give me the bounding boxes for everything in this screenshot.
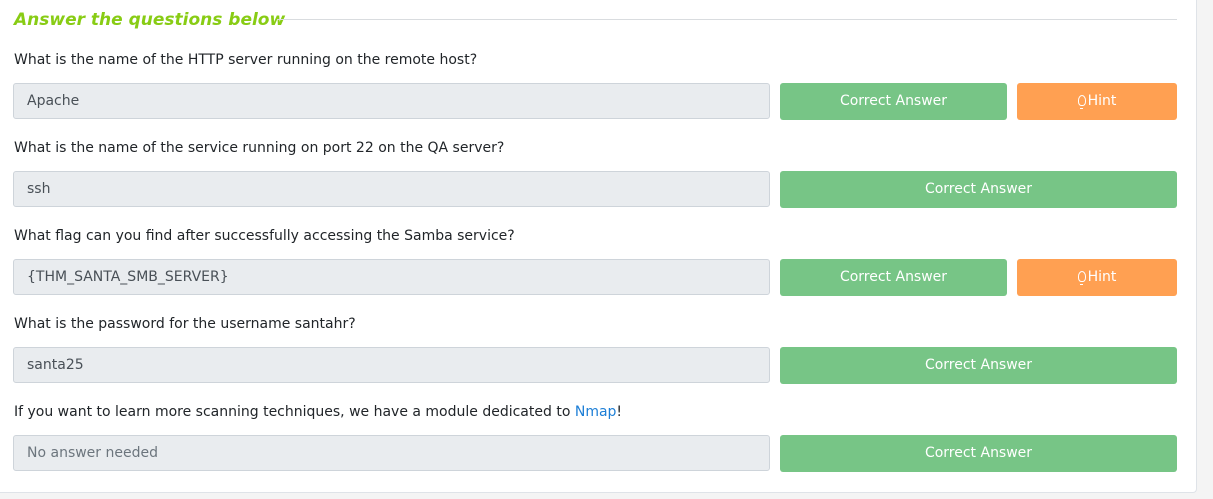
hint-label: Hint bbox=[1087, 269, 1117, 285]
question-3-text: What flag can you find after successfull… bbox=[14, 228, 515, 244]
hint-button-1[interactable]: Hint bbox=[1017, 83, 1177, 120]
correct-answer-button-2[interactable]: Correct Answer bbox=[780, 171, 1177, 208]
nmap-link[interactable]: Nmap bbox=[575, 404, 617, 420]
hint-button-3[interactable]: Hint bbox=[1017, 259, 1177, 296]
correct-answer-button-5[interactable]: Correct Answer bbox=[780, 435, 1177, 472]
correct-answer-button-4[interactable]: Correct Answer bbox=[780, 347, 1177, 384]
hint-label: Hint bbox=[1087, 93, 1117, 109]
answer-3-field: {THM_SANTA_SMB_SERVER} bbox=[13, 259, 770, 295]
question-5-text-after: ! bbox=[616, 404, 623, 420]
answer-1-field: Apache bbox=[13, 83, 770, 119]
lightbulb-icon bbox=[1077, 95, 1086, 109]
title-divider bbox=[277, 19, 1177, 20]
question-2-text: What is the name of the service running … bbox=[14, 140, 505, 156]
section-title: Answer the questions below bbox=[14, 10, 286, 30]
question-1-text: What is the name of the HTTP server runn… bbox=[14, 52, 478, 68]
answer-4-field: santa25 bbox=[13, 347, 770, 383]
question-4-text: What is the password for the username sa… bbox=[14, 316, 356, 332]
question-5-text-before: If you want to learn more scanning techn… bbox=[14, 404, 575, 420]
correct-answer-button-3[interactable]: Correct Answer bbox=[780, 259, 1007, 296]
answer-2-field: ssh bbox=[13, 171, 770, 207]
questions-card: Answer the questions below What is the n… bbox=[0, 0, 1197, 493]
lightbulb-icon bbox=[1077, 271, 1086, 285]
question-5-text: If you want to learn more scanning techn… bbox=[14, 402, 622, 422]
answer-5-field: No answer needed bbox=[13, 435, 770, 471]
correct-answer-button-1[interactable]: Correct Answer bbox=[780, 83, 1007, 120]
